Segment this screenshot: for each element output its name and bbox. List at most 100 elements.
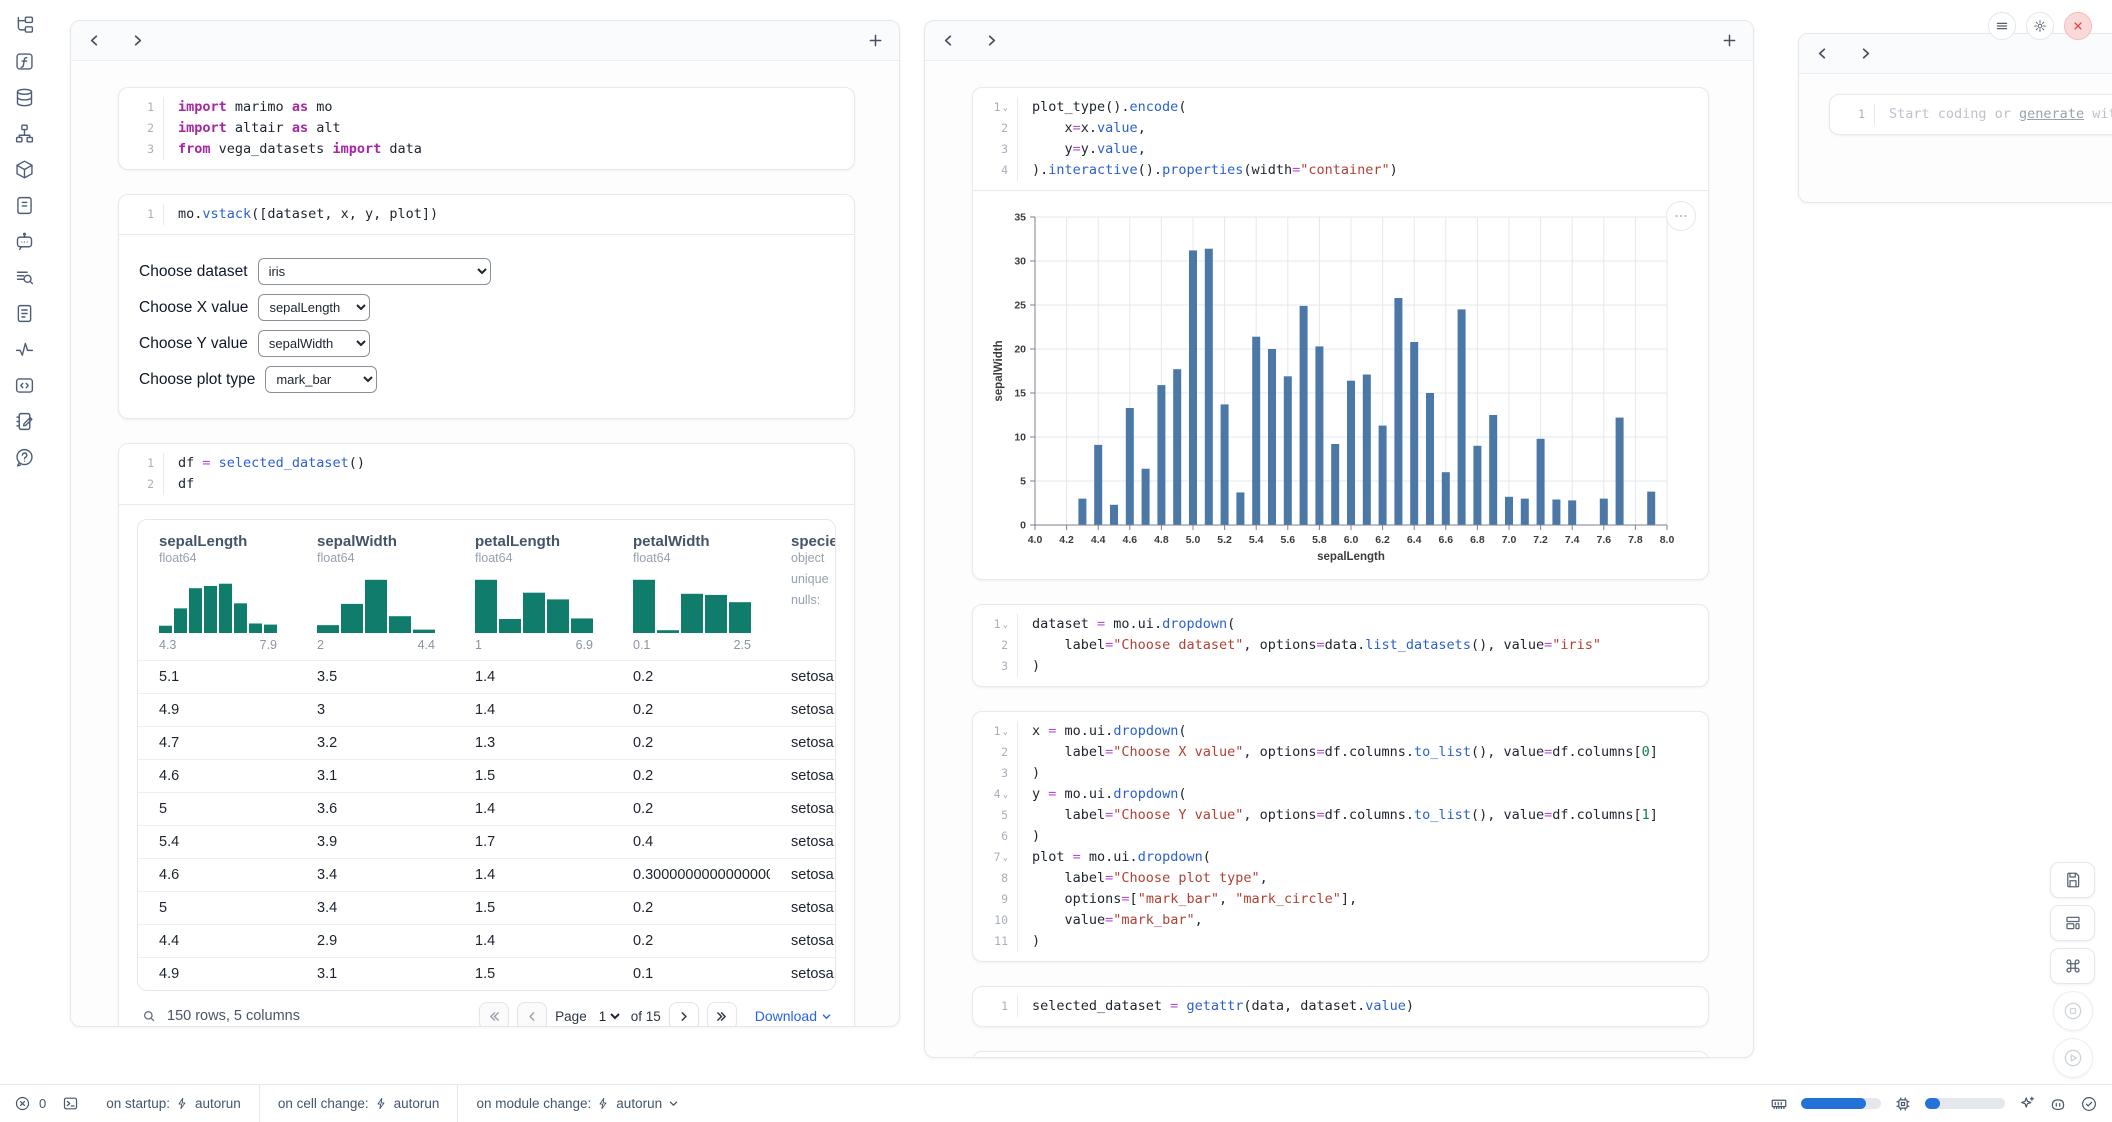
chevron-left-icon[interactable] <box>1815 46 1830 61</box>
runtime-on-startup[interactable]: on startup: autorun <box>87 1085 260 1122</box>
altair-chart[interactable]: 4.04.24.44.64.85.05.25.45.65.86.06.26.46… <box>985 203 1700 575</box>
cell-dataframe[interactable]: 1df = selected_dataset()2df sepalLength … <box>118 443 855 1027</box>
fold-chevron-icon[interactable]: ⌄ <box>1003 103 1008 113</box>
scratchpad-icon[interactable] <box>9 266 39 288</box>
fold-chevron-icon[interactable]: ⌄ <box>1003 620 1008 630</box>
table-row[interactable]: 4.73.21.30.2setosa <box>138 726 835 759</box>
documentation-icon[interactable] <box>9 302 39 324</box>
tracing-icon[interactable] <box>9 338 39 360</box>
copilot-icon[interactable] <box>2049 1095 2067 1113</box>
runtime-on-module-change[interactable]: on module change: autorun <box>458 1085 697 1122</box>
column-dtype: float64 <box>159 551 290 565</box>
errors-icon[interactable] <box>14 1095 31 1112</box>
last-page-button[interactable] <box>707 1002 737 1027</box>
command-palette-button[interactable] <box>2050 948 2095 984</box>
table-row[interactable]: 4.63.11.50.2setosa <box>138 759 835 792</box>
table-row[interactable]: 53.41.50.2setosa <box>138 891 835 924</box>
run-button[interactable] <box>2053 1038 2093 1078</box>
runtime-on-cell-change[interactable]: on cell change: autorun <box>260 1085 459 1122</box>
file-tree-icon[interactable] <box>9 14 39 36</box>
panel-notebook-left: 1import marimo as mo2import altair as al… <box>70 20 900 1027</box>
ai-sparkles-icon[interactable] <box>2018 1095 2036 1113</box>
chart-menu-icon[interactable] <box>1666 201 1696 231</box>
dropdown-choose-y-value[interactable]: sepalWidth <box>258 330 370 357</box>
column-header-petalLength[interactable]: petalLength float6416.9 <box>454 520 612 660</box>
cell-dataset-dropdown[interactable]: 1⌄dataset = mo.ui.dropdown(2 label="Choo… <box>972 604 1709 687</box>
code-editor[interactable]: 1df = selected_dataset()2df <box>119 444 854 504</box>
chevron-left-icon[interactable] <box>941 33 956 48</box>
dropdown-choose-x-value[interactable]: sepalLength <box>258 294 370 321</box>
add-cell-icon[interactable] <box>1722 33 1737 48</box>
table-row[interactable]: 4.63.41.40.30000000000000004setosa <box>138 858 835 891</box>
column-header-sepalLength[interactable]: sepalLength float644.37.9 <box>138 520 296 660</box>
terminal-icon[interactable] <box>62 1095 79 1112</box>
code-line-text: y=y.value, <box>1017 139 1708 160</box>
column-header-species[interactable]: species objectuniquenulls: <box>770 520 836 660</box>
cell-empty-editor[interactable]: 1Start coding or generate with <box>1829 94 2112 135</box>
chevron-right-icon[interactable] <box>984 33 999 48</box>
page-select[interactable]: 1 <box>595 1008 623 1025</box>
variables-icon[interactable] <box>9 50 39 72</box>
column-header-petalWidth[interactable]: petalWidth float640.12.5 <box>612 520 770 660</box>
code-line-text: ) <box>1017 826 1708 847</box>
dropdown-choose-dataset[interactable]: iris <box>258 258 491 285</box>
table-row[interactable]: 4.931.40.2setosa <box>138 693 835 726</box>
table-row[interactable]: 5.43.91.70.4setosa <box>138 825 835 858</box>
table-cell: setosa <box>770 933 836 949</box>
code-editor[interactable]: 1plot_type = getattr(alt.Chart(df), plot… <box>973 1052 1708 1058</box>
fold-chevron-icon[interactable]: ⌄ <box>1003 727 1008 737</box>
dropdown-choose-plot-type[interactable]: mark_bar <box>265 366 377 393</box>
stop-button[interactable] <box>2053 991 2093 1031</box>
fold-chevron-icon[interactable]: ⌄ <box>1003 853 1008 863</box>
column-header-sepalWidth[interactable]: sepalWidth float6424.4 <box>296 520 454 660</box>
svg-text:7.4: 7.4 <box>1565 534 1580 546</box>
layout-button[interactable] <box>2050 905 2095 941</box>
packages-icon[interactable] <box>9 158 39 180</box>
table-row[interactable]: 4.93.11.50.1setosa <box>138 957 835 990</box>
chevron-left-icon[interactable] <box>87 33 102 48</box>
code-editor[interactable]: 1mo.vstack([dataset, x, y, plot]) <box>119 195 854 234</box>
add-cell-icon[interactable] <box>868 33 883 48</box>
table-row[interactable]: 5.13.51.40.2setosa <box>138 660 835 693</box>
snippets-icon[interactable] <box>9 374 39 396</box>
column-name: sepalWidth <box>317 533 448 550</box>
logs-icon[interactable] <box>9 194 39 216</box>
connection-status-icon[interactable] <box>2080 1095 2098 1113</box>
cell-selected-dataset[interactable]: 1selected_dataset = getattr(data, datase… <box>972 986 1709 1027</box>
notebook-icon[interactable] <box>9 410 39 432</box>
code-editor[interactable]: 1import marimo as mo2import altair as al… <box>119 88 854 169</box>
dependency-graph-icon[interactable] <box>9 122 39 144</box>
chevron-right-icon[interactable] <box>1858 46 1873 61</box>
cell-imports[interactable]: 1import marimo as mo2import altair as al… <box>118 87 855 170</box>
chevron-right-icon[interactable] <box>130 33 145 48</box>
line-number: 1⌄ <box>973 721 1017 742</box>
ai-chat-icon[interactable] <box>9 230 39 252</box>
prev-page-button[interactable] <box>517 1002 547 1027</box>
svg-text:sepalWidth: sepalWidth <box>993 340 1005 401</box>
next-page-button[interactable] <box>669 1002 699 1027</box>
menu-icon[interactable] <box>1988 12 2016 40</box>
help-icon[interactable] <box>9 446 39 468</box>
code-editor[interactable]: 1Start coding or generate with <box>1830 95 2112 134</box>
shutdown-close-icon[interactable] <box>2064 12 2092 40</box>
table-row[interactable]: 53.61.40.2setosa <box>138 792 835 825</box>
cell-plot-type[interactable]: 1plot_type = getattr(alt.Chart(df), plot… <box>972 1051 1709 1058</box>
download-button[interactable]: Download <box>755 1008 832 1024</box>
cell-xy-plot-dropdowns[interactable]: 1⌄x = mo.ui.dropdown(2 label="Choose X v… <box>972 711 1709 962</box>
code-line-text: from vega_datasets import data <box>163 139 854 160</box>
search-icon[interactable] <box>141 1008 157 1024</box>
fold-chevron-icon[interactable]: ⌄ <box>1003 790 1008 800</box>
code-editor[interactable]: 1⌄plot_type().encode(2 x=x.value,3 y=y.v… <box>973 88 1708 190</box>
table-cell: 5 <box>138 900 296 916</box>
code-editor[interactable]: 1⌄x = mo.ui.dropdown(2 label="Choose X v… <box>973 712 1708 961</box>
cell-plot[interactable]: 1⌄plot_type().encode(2 x=x.value,3 y=y.v… <box>972 87 1709 580</box>
table-cell: 4.9 <box>138 702 296 718</box>
settings-gear-icon[interactable] <box>2026 12 2054 40</box>
cell-vstack[interactable]: 1mo.vstack([dataset, x, y, plot]) Choose… <box>118 194 855 419</box>
save-button[interactable] <box>2050 862 2095 898</box>
code-editor[interactable]: 1⌄dataset = mo.ui.dropdown(2 label="Choo… <box>973 605 1708 686</box>
table-row[interactable]: 4.42.91.40.2setosa <box>138 924 835 957</box>
first-page-button[interactable] <box>479 1002 509 1027</box>
code-editor[interactable]: 1selected_dataset = getattr(data, datase… <box>973 987 1708 1026</box>
datasources-icon[interactable] <box>9 86 39 108</box>
